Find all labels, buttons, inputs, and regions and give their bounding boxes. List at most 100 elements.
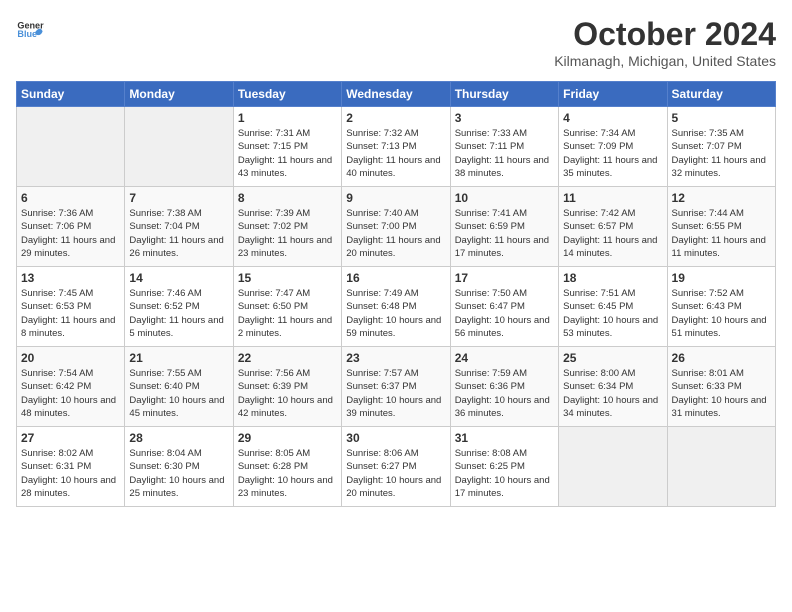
- day-info: Sunrise: 8:00 AM Sunset: 6:34 PM Dayligh…: [563, 367, 662, 420]
- calendar-week-4: 20 Sunrise: 7:54 AM Sunset: 6:42 PM Dayli…: [17, 347, 776, 427]
- location-subtitle: Kilmanagh, Michigan, United States: [554, 53, 776, 69]
- calendar-cell: 21 Sunrise: 7:55 AM Sunset: 6:40 PM Dayli…: [125, 347, 233, 427]
- calendar-cell: 8 Sunrise: 7:39 AM Sunset: 7:02 PM Daylig…: [233, 187, 341, 267]
- month-title: October 2024: [554, 16, 776, 53]
- day-number: 27: [21, 431, 120, 445]
- day-info: Sunrise: 8:05 AM Sunset: 6:28 PM Dayligh…: [238, 447, 337, 500]
- day-number: 30: [346, 431, 445, 445]
- calendar-cell: 24 Sunrise: 7:59 AM Sunset: 6:36 PM Dayli…: [450, 347, 558, 427]
- svg-text:Blue: Blue: [17, 29, 37, 39]
- calendar-cell: 13 Sunrise: 7:45 AM Sunset: 6:53 PM Dayli…: [17, 267, 125, 347]
- day-info: Sunrise: 7:44 AM Sunset: 6:55 PM Dayligh…: [672, 207, 771, 260]
- calendar-cell: 15 Sunrise: 7:47 AM Sunset: 6:50 PM Dayli…: [233, 267, 341, 347]
- day-info: Sunrise: 7:34 AM Sunset: 7:09 PM Dayligh…: [563, 127, 662, 180]
- calendar-cell: 22 Sunrise: 7:56 AM Sunset: 6:39 PM Dayli…: [233, 347, 341, 427]
- day-number: 8: [238, 191, 337, 205]
- day-info: Sunrise: 7:38 AM Sunset: 7:04 PM Dayligh…: [129, 207, 228, 260]
- calendar-cell: 20 Sunrise: 7:54 AM Sunset: 6:42 PM Dayli…: [17, 347, 125, 427]
- day-number: 9: [346, 191, 445, 205]
- calendar-cell: 17 Sunrise: 7:50 AM Sunset: 6:47 PM Dayli…: [450, 267, 558, 347]
- day-number: 4: [563, 111, 662, 125]
- calendar-cell: 31 Sunrise: 8:08 AM Sunset: 6:25 PM Dayli…: [450, 427, 558, 507]
- day-info: Sunrise: 7:47 AM Sunset: 6:50 PM Dayligh…: [238, 287, 337, 340]
- calendar-cell: 4 Sunrise: 7:34 AM Sunset: 7:09 PM Daylig…: [559, 107, 667, 187]
- col-wednesday: Wednesday: [342, 82, 450, 107]
- day-info: Sunrise: 8:08 AM Sunset: 6:25 PM Dayligh…: [455, 447, 554, 500]
- day-info: Sunrise: 7:55 AM Sunset: 6:40 PM Dayligh…: [129, 367, 228, 420]
- calendar-cell: 26 Sunrise: 8:01 AM Sunset: 6:33 PM Dayli…: [667, 347, 775, 427]
- calendar-week-3: 13 Sunrise: 7:45 AM Sunset: 6:53 PM Dayli…: [17, 267, 776, 347]
- day-number: 17: [455, 271, 554, 285]
- header-row: Sunday Monday Tuesday Wednesday Thursday…: [17, 82, 776, 107]
- day-number: 20: [21, 351, 120, 365]
- calendar-cell: 7 Sunrise: 7:38 AM Sunset: 7:04 PM Daylig…: [125, 187, 233, 267]
- calendar-cell: [17, 107, 125, 187]
- calendar-table: Sunday Monday Tuesday Wednesday Thursday…: [16, 81, 776, 507]
- day-number: 31: [455, 431, 554, 445]
- day-number: 15: [238, 271, 337, 285]
- day-info: Sunrise: 7:51 AM Sunset: 6:45 PM Dayligh…: [563, 287, 662, 340]
- calendar-cell: 14 Sunrise: 7:46 AM Sunset: 6:52 PM Dayli…: [125, 267, 233, 347]
- calendar-cell: 30Sunrise: 8:06 AM Sunset: 6:27 PM Dayli…: [342, 427, 450, 507]
- day-number: 23: [346, 351, 445, 365]
- day-info: Sunrise: 7:36 AM Sunset: 7:06 PM Dayligh…: [21, 207, 120, 260]
- calendar-cell: [559, 427, 667, 507]
- logo: General Blue: [16, 16, 44, 44]
- day-number: 5: [672, 111, 771, 125]
- day-number: 11: [563, 191, 662, 205]
- day-info: Sunrise: 7:42 AM Sunset: 6:57 PM Dayligh…: [563, 207, 662, 260]
- calendar-cell: 3 Sunrise: 7:33 AM Sunset: 7:11 PM Daylig…: [450, 107, 558, 187]
- col-sunday: Sunday: [17, 82, 125, 107]
- calendar-cell: 9 Sunrise: 7:40 AM Sunset: 7:00 PM Daylig…: [342, 187, 450, 267]
- day-info: Sunrise: 7:46 AM Sunset: 6:52 PM Dayligh…: [129, 287, 228, 340]
- calendar-cell: 6Sunrise: 7:36 AM Sunset: 7:06 PM Daylig…: [17, 187, 125, 267]
- day-info: Sunrise: 7:41 AM Sunset: 6:59 PM Dayligh…: [455, 207, 554, 260]
- calendar-cell: [667, 427, 775, 507]
- day-info: Sunrise: 7:59 AM Sunset: 6:36 PM Dayligh…: [455, 367, 554, 420]
- day-number: 24: [455, 351, 554, 365]
- day-number: 28: [129, 431, 228, 445]
- day-info: Sunrise: 7:49 AM Sunset: 6:48 PM Dayligh…: [346, 287, 445, 340]
- day-number: 19: [672, 271, 771, 285]
- day-info: Sunrise: 7:56 AM Sunset: 6:39 PM Dayligh…: [238, 367, 337, 420]
- day-info: Sunrise: 7:54 AM Sunset: 6:42 PM Dayligh…: [21, 367, 120, 420]
- day-number: 25: [563, 351, 662, 365]
- day-number: 22: [238, 351, 337, 365]
- col-thursday: Thursday: [450, 82, 558, 107]
- day-info: Sunrise: 7:39 AM Sunset: 7:02 PM Dayligh…: [238, 207, 337, 260]
- day-info: Sunrise: 8:02 AM Sunset: 6:31 PM Dayligh…: [21, 447, 120, 500]
- day-number: 14: [129, 271, 228, 285]
- calendar-cell: 18 Sunrise: 7:51 AM Sunset: 6:45 PM Dayli…: [559, 267, 667, 347]
- col-friday: Friday: [559, 82, 667, 107]
- col-saturday: Saturday: [667, 82, 775, 107]
- day-number: 29: [238, 431, 337, 445]
- day-number: 7: [129, 191, 228, 205]
- calendar-week-2: 6Sunrise: 7:36 AM Sunset: 7:06 PM Daylig…: [17, 187, 776, 267]
- calendar-cell: 1Sunrise: 7:31 AM Sunset: 7:15 PM Daylig…: [233, 107, 341, 187]
- day-number: 2: [346, 111, 445, 125]
- day-info: Sunrise: 7:50 AM Sunset: 6:47 PM Dayligh…: [455, 287, 554, 340]
- calendar-cell: 29 Sunrise: 8:05 AM Sunset: 6:28 PM Dayli…: [233, 427, 341, 507]
- calendar-cell: 11 Sunrise: 7:42 AM Sunset: 6:57 PM Dayli…: [559, 187, 667, 267]
- day-info: Sunrise: 7:35 AM Sunset: 7:07 PM Dayligh…: [672, 127, 771, 180]
- day-number: 3: [455, 111, 554, 125]
- day-number: 13: [21, 271, 120, 285]
- day-number: 18: [563, 271, 662, 285]
- day-info: Sunrise: 7:33 AM Sunset: 7:11 PM Dayligh…: [455, 127, 554, 180]
- day-number: 26: [672, 351, 771, 365]
- day-number: 21: [129, 351, 228, 365]
- calendar-cell: 16 Sunrise: 7:49 AM Sunset: 6:48 PM Dayli…: [342, 267, 450, 347]
- col-monday: Monday: [125, 82, 233, 107]
- calendar-cell: [125, 107, 233, 187]
- calendar-week-5: 27 Sunrise: 8:02 AM Sunset: 6:31 PM Dayli…: [17, 427, 776, 507]
- day-number: 16: [346, 271, 445, 285]
- calendar-cell: 23 Sunrise: 7:57 AM Sunset: 6:37 PM Dayli…: [342, 347, 450, 427]
- day-info: Sunrise: 7:40 AM Sunset: 7:00 PM Dayligh…: [346, 207, 445, 260]
- day-info: Sunrise: 7:45 AM Sunset: 6:53 PM Dayligh…: [21, 287, 120, 340]
- day-number: 10: [455, 191, 554, 205]
- day-info: Sunrise: 7:57 AM Sunset: 6:37 PM Dayligh…: [346, 367, 445, 420]
- calendar-cell: 25 Sunrise: 8:00 AM Sunset: 6:34 PM Dayli…: [559, 347, 667, 427]
- calendar-cell: 2Sunrise: 7:32 AM Sunset: 7:13 PM Daylig…: [342, 107, 450, 187]
- day-info: Sunrise: 8:01 AM Sunset: 6:33 PM Dayligh…: [672, 367, 771, 420]
- day-info: Sunrise: 8:04 AM Sunset: 6:30 PM Dayligh…: [129, 447, 228, 500]
